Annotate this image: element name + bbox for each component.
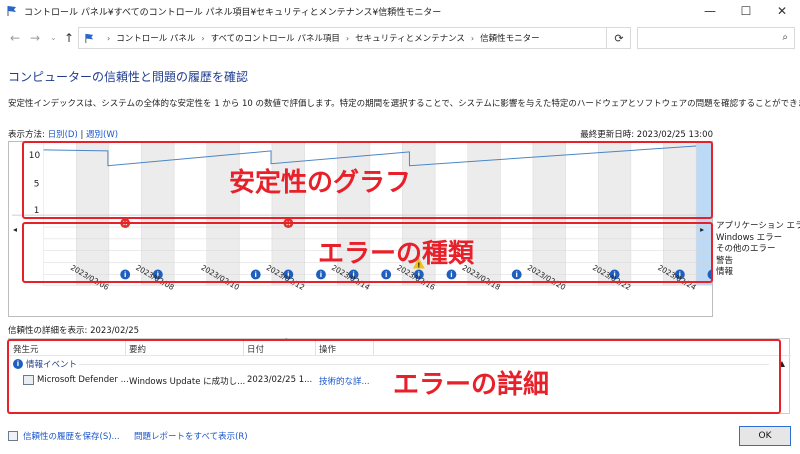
save-icon	[8, 431, 18, 441]
breadcrumb-separator: ›	[107, 33, 111, 43]
breadcrumb-control-panel[interactable]: コントロール パネル	[116, 32, 195, 44]
view-all-reports-link[interactable]: 問題レポートをすべて表示(R)	[134, 430, 248, 442]
view-all-reports-label[interactable]: 問題レポートをすべて表示(R)	[134, 430, 248, 442]
forward-arrow-icon[interactable]: →	[30, 31, 40, 45]
close-button[interactable]: ✕	[764, 0, 800, 22]
refresh-icon[interactable]: ⟳	[606, 27, 631, 49]
breadcrumb-security[interactable]: セキュリティとメンテナンス	[355, 32, 465, 44]
last-updated: 最終更新日時: 2023/02/25 13:00	[580, 130, 713, 140]
chevron-down-icon[interactable]: ⌄	[50, 33, 57, 42]
legend-warning: 警告	[716, 255, 734, 266]
minimize-button[interactable]: —	[692, 0, 728, 22]
event-legend: アプリケーション エラー Windows エラー その他のエラー 警告 情報	[716, 221, 800, 279]
legend-info: 情報	[716, 267, 734, 278]
up-arrow-icon[interactable]: ↑	[64, 31, 74, 45]
legend-windows-error: Windows エラー	[716, 232, 783, 243]
view-mode: 表示方法: 日別(D) | 週別(W)	[8, 128, 118, 140]
search-input[interactable]: ⌕	[637, 27, 795, 49]
breadcrumb-separator: ›	[201, 33, 205, 43]
legend-other-error: その他のエラー	[716, 244, 776, 255]
window-title: コントロール パネル¥すべてのコントロール パネル項目¥セキュリティとメンテナン…	[24, 7, 442, 18]
annotation-error-types-label: エラーの種類	[318, 239, 475, 269]
view-separator: |	[80, 130, 84, 140]
details-date-label: 信頼性の詳細を表示: 2023/02/25	[8, 326, 140, 336]
address-bar[interactable]: › コントロール パネル › すべてのコントロール パネル項目 › セキュリティ…	[78, 27, 631, 49]
flag-icon	[7, 6, 16, 16]
breadcrumb-separator: ›	[345, 33, 350, 43]
page-description: 安定性インデックスは、システムの全体的な安定性を 1 から 10 の数値で評価し…	[8, 99, 800, 109]
breadcrumb-reliability[interactable]: 信頼性モニター	[480, 32, 540, 44]
breadcrumb-all-items[interactable]: すべてのコントロール パネル項目	[211, 32, 340, 44]
scroll-left-arrow[interactable]: ◂	[13, 225, 17, 234]
annotation-error-details-label: エラーの詳細	[393, 370, 550, 400]
navigation-bar: ← → ⌄ ↑ › コントロール パネル › すべてのコントロール パネル項目 …	[0, 24, 800, 52]
save-history-label[interactable]: 信頼性の履歴を保存(S)...	[23, 430, 120, 442]
search-icon[interactable]: ⌕	[782, 32, 788, 43]
legend-app-error: アプリケーション エラー	[716, 221, 800, 231]
maximize-button[interactable]: ☐	[728, 0, 764, 22]
back-arrow-icon[interactable]: ←	[10, 31, 20, 45]
view-weekly-link[interactable]: 週別(W)	[86, 130, 118, 140]
save-history-link[interactable]: 信頼性の履歴を保存(S)...	[8, 430, 120, 442]
view-mode-label: 表示方法:	[8, 130, 45, 140]
page-title: コンピューターの信頼性と問題の履歴を確認	[8, 70, 249, 84]
flag-icon	[85, 33, 94, 43]
annotation-graph-label: 安定性のグラフ	[229, 168, 412, 198]
view-daily-link[interactable]: 日別(D)	[48, 130, 78, 140]
ok-button[interactable]: OK	[739, 426, 791, 446]
title-bar: コントロール パネル¥すべてのコントロール パネル項目¥セキュリティとメンテナン…	[0, 0, 800, 22]
breadcrumb-separator: ›	[470, 33, 475, 43]
